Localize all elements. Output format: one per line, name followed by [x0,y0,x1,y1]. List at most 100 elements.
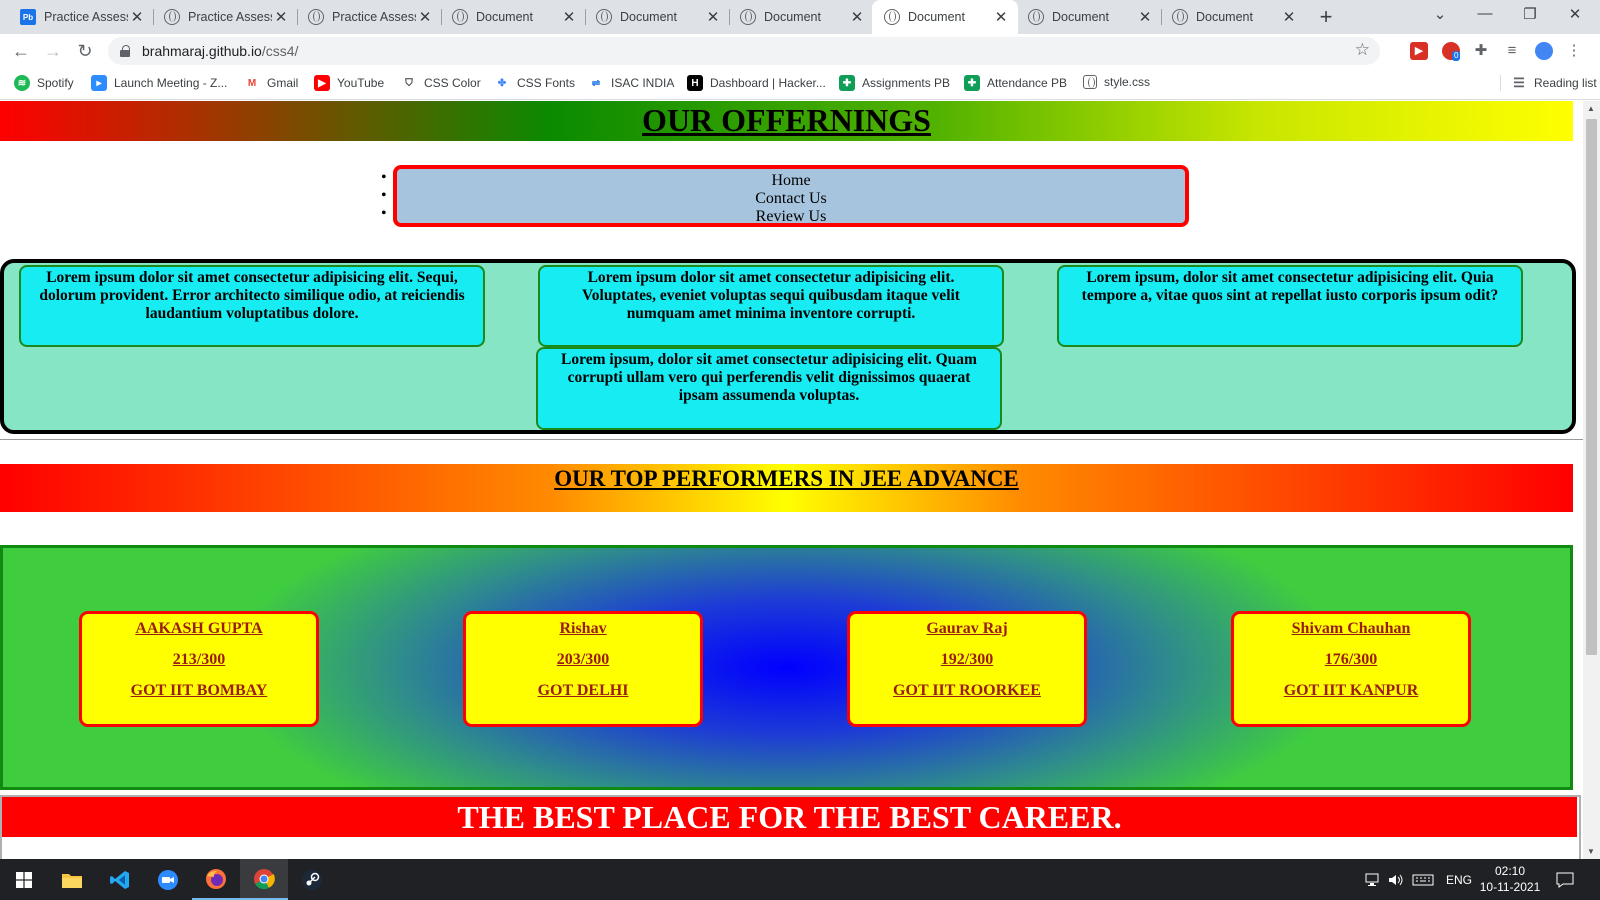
performer-result[interactable]: GOT IIT ROORKEE [850,682,1084,700]
notifications-icon[interactable] [1556,859,1574,900]
browser-tab[interactable]: Practice Assessm ✕ [152,0,298,34]
performer-score[interactable]: 176/300 [1234,651,1468,669]
window-close-icon[interactable]: ✕ [1563,5,1587,23]
menu-kebab-icon[interactable]: ⋮ [1565,42,1583,60]
browser-tab[interactable]: Document ✕ [1160,0,1306,34]
browser-tab[interactable]: Document ✕ [1016,0,1162,34]
reload-icon[interactable]: ↻ [74,40,96,62]
system-clock[interactable]: 02:10 10-11-2021 [1470,863,1550,895]
reading-list-icon: ☰ [1511,75,1527,91]
browser-tab-active[interactable]: Document ✕ [872,0,1018,34]
bookmark-star-icon[interactable]: ☆ [1355,40,1370,60]
globe-icon [740,9,756,25]
restore-icon[interactable]: ❐ [1518,5,1542,23]
performer-result[interactable]: GOT IIT KANPUR [1234,682,1468,700]
footer: THE BEST PLACE FOR THE BEST CAREER. [0,795,1581,859]
extensions-puzzle-icon[interactable]: ✚ [1472,42,1490,60]
vertical-scrollbar[interactable]: ▲ ▼ [1583,101,1600,859]
new-tab-button[interactable]: + [1314,4,1338,30]
volume-icon[interactable] [1388,859,1404,900]
performer-score[interactable]: 213/300 [82,651,316,669]
close-icon[interactable]: ✕ [992,8,1010,26]
performer-result[interactable]: GOT IIT BOMBAY [82,682,316,700]
zoom-icon: ▸ [91,75,107,91]
performer-card: Gaurav Raj 192/300 GOT IIT ROORKEE [847,611,1087,727]
zoom-icon[interactable] [144,859,192,900]
bookmark-gmail[interactable]: M Gmail [244,75,298,91]
page-viewport[interactable]: OUR OFFERNINGS • • • Home Contact Us Revie… [0,101,1583,859]
network-icon[interactable] [1365,859,1381,900]
language-indicator[interactable]: ENG [1446,859,1472,900]
globe-icon [1028,9,1044,25]
reading-list[interactable]: ☰ Reading list [1500,75,1597,91]
performer-name[interactable]: Shivam Chauhan [1234,620,1468,638]
scrollbar-thumb[interactable] [1586,119,1597,655]
tab-title: Document [620,10,677,24]
performer-name[interactable]: Gaurav Raj [850,620,1084,638]
file-explorer-icon[interactable] [48,859,96,900]
hackerrank-icon: H [687,75,703,91]
nav-item-home[interactable]: Home [397,172,1185,190]
steam-icon[interactable] [288,859,336,900]
extension-red-icon[interactable]: ▶ [1410,42,1428,60]
bookmark-youtube[interactable]: ▶ YouTube [314,75,384,91]
performer-score[interactable]: 203/300 [466,651,700,669]
bookmark-css-fonts[interactable]: ✤ CSS Fonts [494,75,575,91]
close-icon[interactable]: ✕ [848,8,866,26]
browser-tab[interactable]: Document ✕ [440,0,586,34]
url-bar[interactable]: brahmaraj.github.io/css4/ ☆ [108,37,1380,65]
address-toolbar: ← → ↻ brahmaraj.github.io/css4/ ☆ ▶ 0 ✚ … [0,34,1600,68]
tab-title: Practice Assessm [188,10,272,24]
windows-start-icon[interactable] [0,859,48,900]
performer-name[interactable]: Rishav [466,620,700,638]
lock-icon[interactable] [120,45,130,57]
gmail-icon: M [244,75,260,91]
bookmark-isac-india[interactable]: ⇌ ISAC INDIA [588,75,674,91]
offerings-container: Lorem ipsum dolor sit amet consectetur a… [0,259,1576,434]
browser-tab[interactable]: Document ✕ [584,0,730,34]
media-control-icon[interactable]: ≡ [1503,42,1521,60]
bookmark-css-color[interactable]: ⛉ CSS Color [401,75,481,91]
footer-banner: THE BEST PLACE FOR THE BEST CAREER. [2,797,1577,837]
close-icon[interactable]: ✕ [272,8,290,26]
nav-item-contact-us[interactable]: Contact Us [397,190,1185,208]
back-icon[interactable]: ← [10,40,32,62]
globe-icon [1172,9,1188,25]
firefox-icon[interactable] [192,859,240,900]
browser-tab[interactable]: Practice Assessm ✕ [296,0,442,34]
chrome-icon[interactable] [240,859,288,900]
performer-result[interactable]: GOT DELHI [466,682,700,700]
extension-badge-icon[interactable]: 0 [1442,42,1461,61]
close-icon[interactable]: ✕ [704,8,722,26]
minimize-icon[interactable]: — [1473,5,1497,22]
bookmark-attendance[interactable]: ✚ Attendance PB [964,75,1067,91]
close-icon[interactable]: ✕ [1280,8,1298,26]
close-icon[interactable]: ✕ [416,8,434,26]
keyboard-icon[interactable] [1412,859,1434,900]
offerings-header: OUR OFFERNINGS [0,101,1573,141]
scroll-up-icon[interactable]: ▲ [1587,104,1595,113]
bookmark-style-css[interactable]: style.css [1083,75,1150,89]
browser-tab[interactable]: Document ✕ [728,0,874,34]
scroll-down-icon[interactable]: ▼ [1587,847,1595,856]
bookmark-zoom[interactable]: ▸ Launch Meeting - Z... [91,75,227,91]
nav-item-review-us[interactable]: Review Us [397,208,1185,226]
url-text[interactable]: brahmaraj.github.io/css4/ [142,43,298,59]
close-icon[interactable]: ✕ [560,8,578,26]
close-icon[interactable]: ✕ [128,8,146,26]
bookmarks-bar: ≋ Spotify ▸ Launch Meeting - Z... M Gmail ▶… [0,68,1600,100]
tab-title: Document [1196,10,1253,24]
performer-name[interactable]: AAKASH GUPTA [82,620,316,638]
bookmark-spotify[interactable]: ≋ Spotify [14,75,74,91]
bookmark-assignments[interactable]: ✚ Assignments PB [839,75,950,91]
vscode-icon[interactable] [96,859,144,900]
browser-tab[interactable]: Pb Practice Assessm ✕ [8,0,154,34]
performer-score[interactable]: 192/300 [850,651,1084,669]
close-icon[interactable]: ✕ [1136,8,1154,26]
performer-card: AAKASH GUPTA 213/300 GOT IIT BOMBAY [79,611,319,727]
sheets-icon: ✚ [964,75,980,91]
avatar[interactable] [1535,42,1553,60]
tab-search-icon[interactable]: ⌄ [1428,5,1452,23]
bookmark-hackerrank[interactable]: H Dashboard | Hacker... [687,75,826,91]
forward-icon[interactable]: → [42,40,64,62]
